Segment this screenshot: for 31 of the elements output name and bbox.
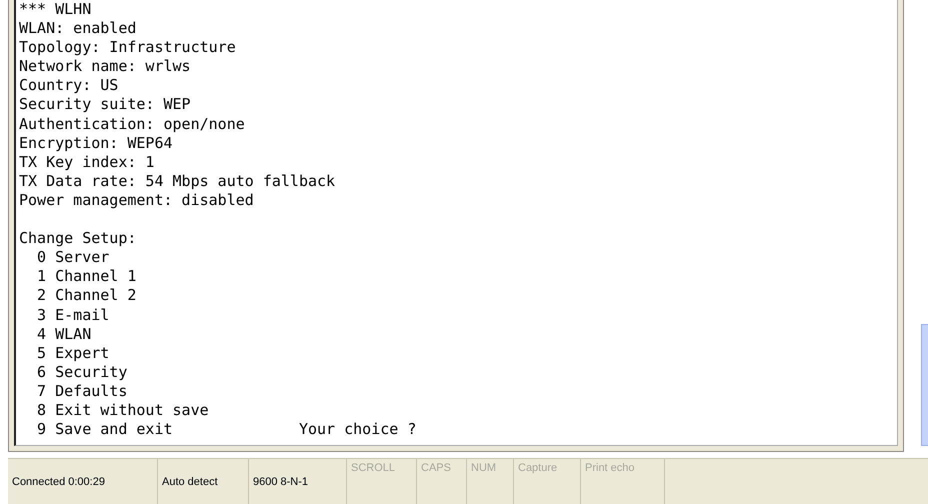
terminal-line: 7 Defaults bbox=[36, 382, 128, 401]
terminal-line: 6 Security bbox=[36, 362, 128, 382]
terminal-line: 5 Expert bbox=[36, 344, 110, 363]
terminal-line: 1 Channel 1 bbox=[36, 267, 138, 286]
terminal-line: Topology: Infrastructure bbox=[19, 38, 237, 58]
status-indicator: NUM bbox=[467, 459, 514, 504]
status-indicator: CAPS bbox=[417, 459, 467, 504]
status-indicator: Auto detect bbox=[158, 459, 249, 504]
status-indicator: Connected 0:00:29 bbox=[8, 459, 158, 504]
terminal-line: Encryption: WEP64 bbox=[19, 134, 174, 153]
terminal-line: 8 Exit without save bbox=[36, 400, 210, 420]
terminal-line: Power management: disabled bbox=[19, 190, 255, 210]
terminal-line: Authentication: open/none bbox=[19, 114, 246, 134]
terminal-line: 4 WLAN bbox=[36, 324, 92, 344]
terminal-line: *** WLHN bbox=[19, 0, 92, 20]
terminal-line: TX Key index: 1 bbox=[19, 152, 156, 172]
terminal-line: 2 Channel 2 bbox=[36, 286, 138, 306]
terminal-line: TX Data rate: 54 Mbps auto fallback bbox=[19, 172, 336, 191]
terminal-line: Network name: wrlws bbox=[19, 57, 192, 76]
status-indicator: Print echo bbox=[581, 459, 665, 504]
terminal-line: Security suite: WEP bbox=[19, 95, 192, 115]
terminal-line: WLAN: enabled bbox=[19, 19, 138, 38]
terminal-line: 9 Save and exit Your choice ? bbox=[36, 420, 418, 440]
status-indicator: 9600 8-N-1 bbox=[249, 459, 347, 504]
terminal-line: Country: US bbox=[19, 76, 120, 96]
status-indicator: SCROLL bbox=[347, 459, 417, 504]
scrollbar-thumb[interactable] bbox=[921, 324, 928, 446]
terminal-line: Change Setup: bbox=[19, 229, 138, 248]
status-indicator: Capture bbox=[514, 459, 581, 504]
terminal-line: 3 E-mail bbox=[36, 306, 110, 325]
terminal-line: 0 Server bbox=[36, 248, 110, 268]
